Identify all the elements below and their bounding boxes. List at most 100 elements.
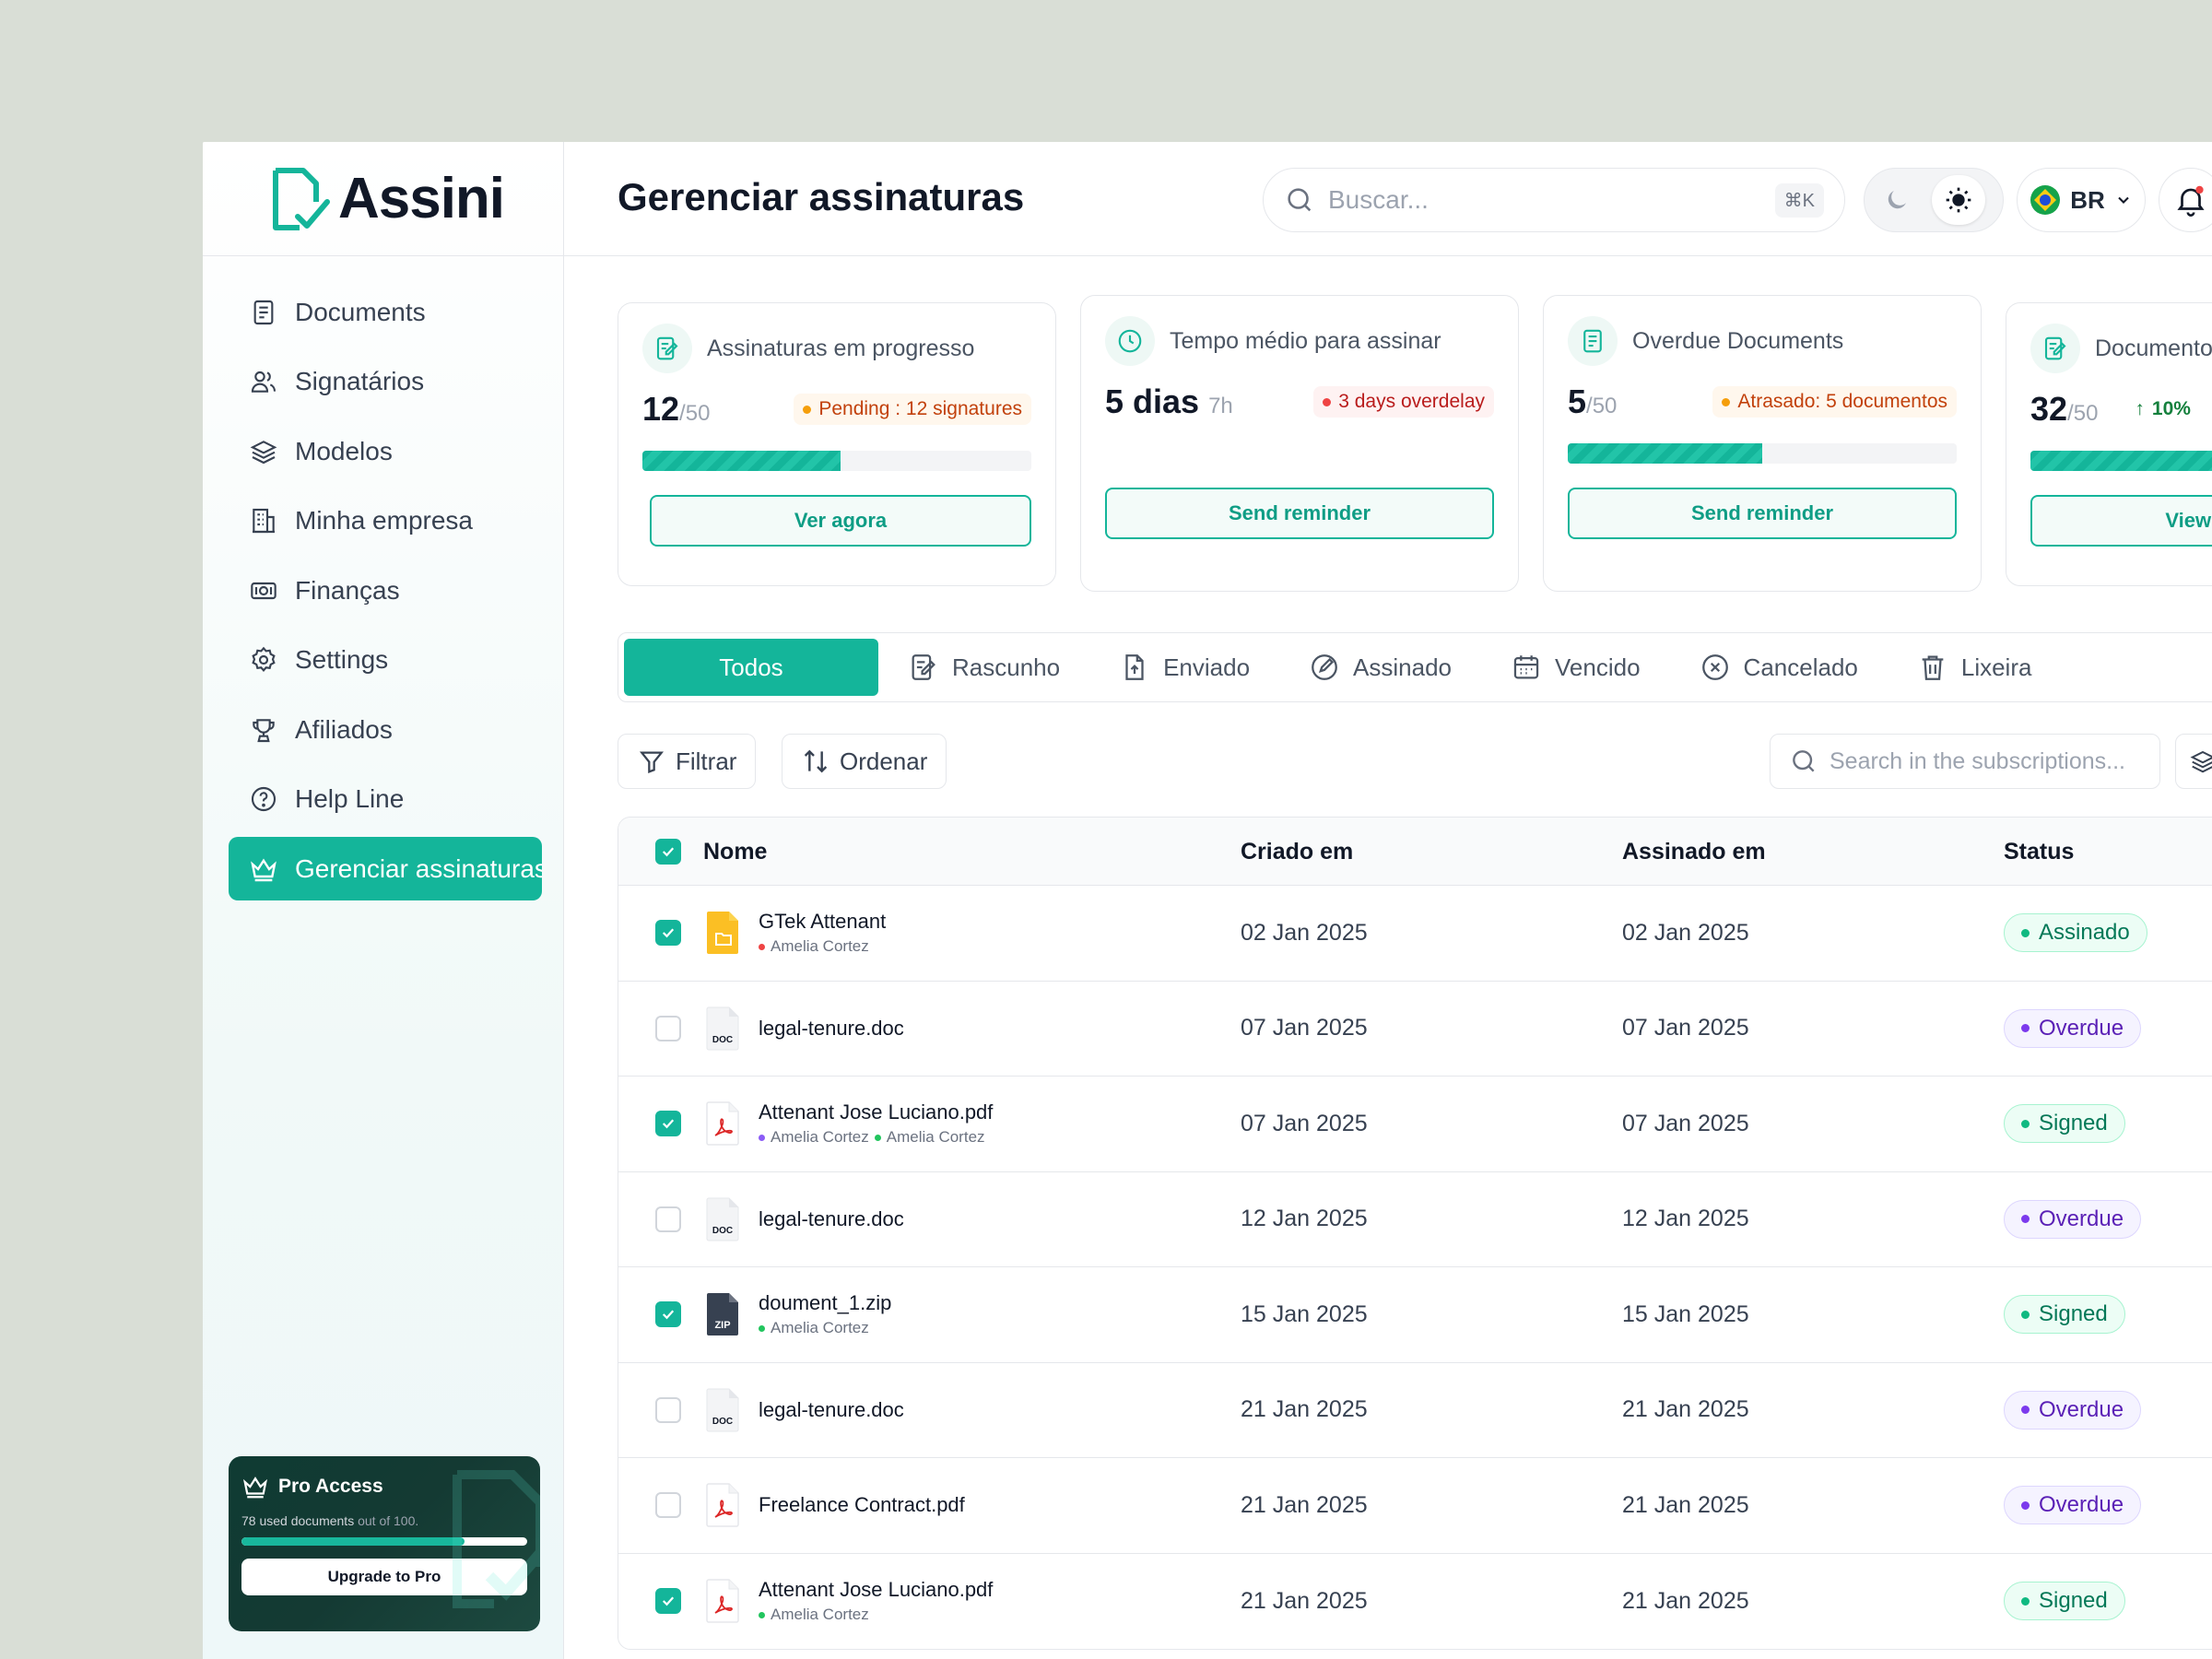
file-name-cell[interactable]: Attenant Jose Luciano.pdf Amelia Cortez [705, 1578, 993, 1624]
sidebar-item-settings[interactable]: Settings [229, 629, 542, 692]
tab-label: Vencido [1555, 653, 1641, 681]
file-name[interactable]: legal-tenure.doc [759, 1398, 904, 1422]
file-name-cell[interactable]: Freelance Contract.pdf [705, 1482, 965, 1528]
table-row[interactable]: DOC legal-tenure.doc 07 Jan 2025 07 Jan 2… [618, 982, 2212, 1077]
table-row[interactable]: Attenant Jose Luciano.pdf Amelia Cortez Am… [618, 1077, 2212, 1172]
tab-label: Enviado [1163, 653, 1251, 681]
created-date: 15 Jan 2025 [1241, 1300, 1368, 1327]
sort-icon [804, 749, 828, 773]
zip-file-icon: ZIP [707, 1293, 738, 1336]
stat-title: Documentos assinados [2095, 335, 2212, 361]
theme-toggle[interactable] [1864, 168, 2004, 232]
stat-value: 5/50 [1568, 382, 1617, 421]
arrow-up-icon: ↑ [2135, 398, 2145, 419]
file-name-cell[interactable]: Attenant Jose Luciano.pdf Amelia Cortez Am… [705, 1100, 993, 1147]
file-name-cell[interactable]: DOC legal-tenure.doc [705, 1006, 904, 1052]
row-checkbox[interactable] [655, 1492, 681, 1519]
table-row[interactable]: Attenant Jose Luciano.pdf Amelia Cortez 2… [618, 1554, 2212, 1650]
folder-file-icon [707, 912, 738, 955]
file-name[interactable]: Attenant Jose Luciano.pdf [759, 1100, 993, 1124]
tab-cancelado[interactable]: Cancelado [1670, 639, 1888, 696]
created-date: 21 Jan 2025 [1241, 1396, 1368, 1423]
column-header-assinado[interactable]: Assinado em [1622, 818, 1766, 886]
file-name[interactable]: legal-tenure.doc [759, 1207, 904, 1231]
column-header-criado[interactable]: Criado em [1241, 818, 1353, 886]
row-checkbox[interactable] [655, 1301, 681, 1328]
created-date: 07 Jan 2025 [1241, 1015, 1368, 1041]
column-header-status[interactable]: Status [2004, 818, 2074, 886]
check-icon [662, 847, 675, 857]
tab-vencido[interactable]: Vencido [1481, 639, 1670, 696]
select-all-checkbox[interactable] [655, 839, 681, 865]
svg-text:ZIP: ZIP [714, 1320, 730, 1331]
tab-assinado[interactable]: Assinado [1279, 639, 1481, 696]
send-reminder-button[interactable]: Send reminder [1105, 488, 1494, 539]
sidebar-item-afiliados[interactable]: Afiliados [229, 698, 542, 761]
gear-icon [252, 646, 276, 672]
file-name[interactable]: Attenant Jose Luciano.pdf [759, 1578, 993, 1602]
x-circle-icon [1701, 654, 1728, 680]
file-name[interactable]: legal-tenure.doc [759, 1017, 904, 1041]
stat-card-progress: Assinaturas em progresso 12/50 Pending : … [618, 302, 1056, 586]
help-icon [251, 786, 276, 812]
table-row[interactable]: ZIP doument_1.zip Amelia Cortez 15 Jan 202… [618, 1267, 2212, 1363]
moon-icon[interactable] [1883, 186, 1911, 214]
status-label: Signed [2039, 1111, 2108, 1136]
signer-status-dot [759, 1134, 765, 1141]
file-name-cell[interactable]: GTek Attenant Amelia Cortez [705, 910, 886, 956]
status-badge: Signed [2004, 1582, 2125, 1621]
table-row[interactable]: DOC legal-tenure.doc 12 Jan 2025 12 Jan 2… [618, 1172, 2212, 1267]
row-checkbox[interactable] [655, 1396, 681, 1423]
check-icon [662, 928, 675, 938]
row-checkbox[interactable] [655, 1111, 681, 1137]
badge-text: 10% [2151, 398, 2191, 419]
layers-button[interactable] [2175, 734, 2212, 789]
progress-bar [642, 451, 1031, 471]
status-dot [2021, 1119, 2030, 1128]
sidebar-item-gerenciar-assinaturas[interactable]: Gerenciar assinaturas [229, 837, 542, 900]
table-row[interactable]: DOC legal-tenure.doc 21 Jan 2025 21 Jan 2… [618, 1363, 2212, 1458]
bell-icon [2177, 185, 2205, 217]
status-dot [2021, 1500, 2030, 1510]
stat-value-number: 32 [2030, 390, 2068, 428]
file-name-cell[interactable]: DOC legal-tenure.doc [705, 1196, 904, 1242]
file-name[interactable]: Freelance Contract.pdf [759, 1493, 965, 1517]
file-name[interactable]: GTek Attenant [759, 910, 886, 934]
row-checkbox[interactable] [655, 920, 681, 947]
sort-button[interactable]: Ordenar [782, 734, 947, 789]
file-name-cell[interactable]: DOC legal-tenure.doc [705, 1387, 904, 1433]
calendar-icon [1513, 655, 1539, 679]
row-checkbox[interactable] [655, 1588, 681, 1615]
column-header-nome[interactable]: Nome [703, 818, 767, 886]
file-name[interactable]: doument_1.zip [759, 1291, 891, 1315]
language-select[interactable]: BR [2017, 168, 2146, 232]
subscriptions-search-input[interactable]: Search in the subscriptions... [1830, 748, 2125, 775]
file-name-cell[interactable]: ZIP doument_1.zip Amelia Cortez [705, 1291, 891, 1337]
tab-todos[interactable]: Todos [624, 639, 878, 696]
subscriptions-search[interactable]: Search in the subscriptions... [1770, 734, 2160, 789]
tab-rascunho[interactable]: Rascunho [878, 639, 1089, 696]
view-signed-button[interactable]: View Signed [2030, 495, 2212, 547]
row-checkbox[interactable] [655, 1015, 681, 1041]
send-reminder-button[interactable]: Send reminder [1568, 488, 1957, 539]
sun-button[interactable] [1931, 175, 1985, 225]
pdf-file-icon [706, 1483, 739, 1527]
notifications-button[interactable] [2159, 168, 2212, 232]
table-row[interactable]: GTek Attenant Amelia Cortez 02 Jan 2025 0… [618, 886, 2212, 982]
stat-value-total: /50 [2067, 401, 2099, 426]
sidebar-item-help-line[interactable]: Help Line [229, 768, 542, 831]
status-label: Overdue [2039, 1206, 2124, 1231]
svg-text:DOC: DOC [712, 1226, 733, 1236]
tab-enviado[interactable]: Enviado [1089, 639, 1279, 696]
tab-lixeira[interactable]: Lixeira [1888, 639, 2062, 696]
language-code: BR [2070, 185, 2105, 214]
badge-text: 3 days overdelay [1338, 391, 1485, 412]
row-checkbox[interactable] [655, 1206, 681, 1232]
table-row[interactable]: Freelance Contract.pdf 21 Jan 2025 21 Ja… [618, 1458, 2212, 1554]
ver-agora-button[interactable]: Ver agora [650, 495, 1031, 547]
signers-list: Amelia Cortez [759, 1319, 891, 1337]
check-icon [662, 1310, 675, 1320]
draft-icon [912, 654, 935, 680]
filter-button[interactable]: Filtrar [618, 734, 757, 789]
progress-bar [1568, 443, 1957, 464]
